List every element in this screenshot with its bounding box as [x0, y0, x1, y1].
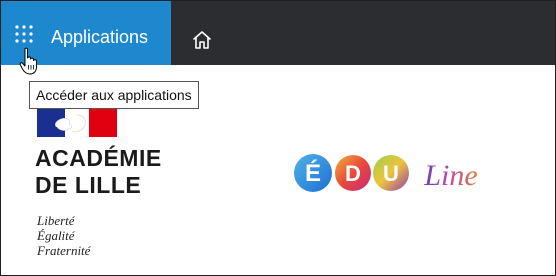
eduline-logo: É D U Line	[294, 154, 478, 192]
eduline-letter-u: U	[383, 161, 399, 186]
academie-name-line1: ACADÉMIE	[35, 145, 162, 171]
eduline-script-text: Line	[423, 159, 477, 192]
hand-cursor-icon	[19, 47, 37, 75]
top-navigation-bar: Applications	[1, 1, 555, 65]
applications-label: Applications	[51, 27, 149, 47]
grid-dots-icon	[15, 25, 33, 43]
applications-tooltip: Accéder aux applications	[29, 81, 199, 109]
marianne-flag-icon	[37, 109, 117, 137]
motto-egalite: Égalité	[37, 228, 75, 243]
academie-name-line2: DE LILLE	[35, 172, 142, 198]
eduline-letter-d: D	[345, 161, 361, 186]
motto-fraternite: Fraternité	[37, 243, 91, 258]
republic-motto: Liberté Égalité Fraternité	[37, 213, 90, 258]
motto-liberte: Liberté	[37, 213, 75, 228]
eduline-letter-e: É	[305, 159, 321, 187]
home-icon[interactable]	[191, 29, 213, 51]
app-window: Applications Accéder aux applications AC…	[0, 0, 556, 276]
academie-de-lille-logo: ACADÉMIE DE LILLE Liberté Égalité Frater…	[35, 109, 215, 275]
academie-name: ACADÉMIE DE LILLE	[35, 145, 162, 199]
